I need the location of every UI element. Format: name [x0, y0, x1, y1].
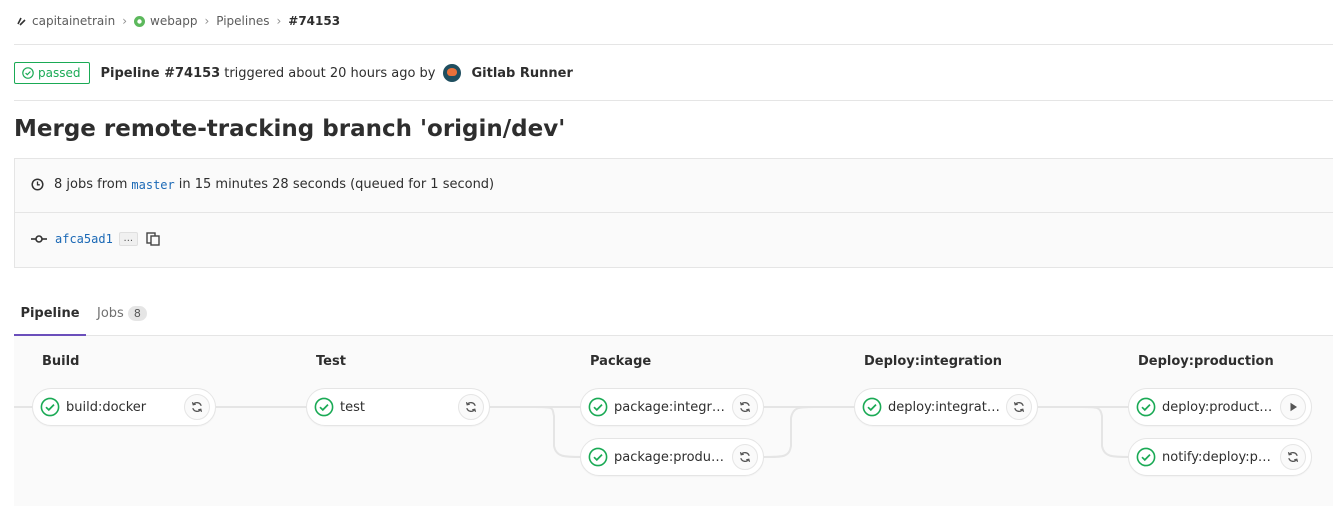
status-badge-label: passed [38, 66, 81, 80]
job-name: package:integration [614, 399, 726, 415]
job-name: deploy:integration [888, 399, 1000, 415]
retry-button[interactable] [1280, 444, 1306, 470]
job-name: test [340, 399, 365, 415]
stage-title-build: Build [42, 354, 80, 369]
status-divider [14, 100, 1333, 101]
retry-icon [1287, 452, 1299, 462]
copy-icon[interactable] [146, 232, 160, 246]
retry-icon [191, 402, 203, 412]
retry-button[interactable] [732, 394, 758, 420]
commit-icon [31, 235, 47, 243]
jobs-count-badge: 8 [127, 306, 147, 321]
retry-button[interactable] [732, 444, 758, 470]
retry-icon [465, 402, 477, 412]
pipeline-status-line: passed Pipeline #74153 triggered about 2… [14, 61, 573, 85]
status-success-icon [588, 397, 608, 417]
retry-button[interactable] [1006, 394, 1032, 420]
job-name: build:docker [66, 399, 147, 415]
pipeline-graph: Build Test Package Deploy:integration De… [14, 336, 1333, 506]
avatar[interactable] [443, 64, 462, 82]
retry-icon [739, 452, 751, 462]
retry-button[interactable] [184, 394, 210, 420]
play-button[interactable] [1280, 394, 1306, 420]
job-name: notify:deploy:production [1162, 449, 1274, 465]
breadcrumb-pipelines[interactable]: Pipelines [216, 14, 269, 28]
job-name: package:production [614, 449, 726, 465]
chevron-right-icon: › [204, 14, 210, 28]
retry-button[interactable] [458, 394, 484, 420]
commit-sha-link[interactable]: afca5ad1 [55, 232, 113, 246]
status-success-icon [1136, 397, 1156, 417]
job-build-docker[interactable]: build:docker [32, 388, 216, 426]
job-package-integration[interactable]: package:integration [580, 388, 764, 426]
status-success-icon [40, 397, 60, 417]
stage-title-package: Package [590, 354, 652, 369]
breadcrumb-group[interactable]: capitainetrain [32, 14, 115, 28]
jobs-summary: 8 jobs from master in 15 minutes 28 seco… [31, 177, 494, 192]
breadcrumb-project[interactable]: webapp [150, 14, 197, 28]
pipeline-info-box: 8 jobs from master in 15 minutes 28 seco… [14, 158, 1333, 268]
expand-commit-button[interactable]: ... [118, 232, 138, 246]
group-icon [17, 17, 26, 26]
retry-icon [1013, 402, 1025, 412]
duration-text: in 15 minutes 28 seconds (queued for 1 s… [178, 177, 495, 192]
chevron-right-icon: › [122, 14, 128, 28]
stage-title-deploy-integration: Deploy:integration [864, 354, 1003, 369]
clock-icon [31, 178, 44, 191]
tab-jobs-label: Jobs [97, 306, 124, 321]
pipeline-tabs: Pipeline Jobs 8 [14, 292, 1333, 336]
retry-icon [739, 402, 751, 412]
play-icon [1290, 402, 1297, 412]
jobs-count-text: 8 jobs from [54, 177, 128, 192]
stage-title-deploy-production: Deploy:production [1138, 354, 1274, 369]
pipeline-id: Pipeline #74153 [100, 65, 221, 81]
job-test[interactable]: test [306, 388, 490, 426]
tab-pipeline-label: Pipeline [20, 305, 80, 321]
project-icon [134, 15, 146, 27]
breadcrumb: capitainetrain › webapp › Pipelines › #7… [16, 12, 340, 30]
info-divider [15, 212, 1333, 213]
tab-jobs[interactable]: Jobs 8 [97, 292, 147, 335]
job-package-production[interactable]: package:production [580, 438, 764, 476]
job-deploy-integration[interactable]: deploy:integration [854, 388, 1038, 426]
check-circle-icon [22, 67, 34, 79]
job-name: deploy:production [1162, 399, 1274, 415]
status-success-icon [314, 397, 334, 417]
chevron-right-icon: › [276, 14, 282, 28]
header-divider [14, 44, 1333, 45]
triggered-text: triggered about 20 hours ago by [224, 65, 436, 81]
stage-title-test: Test [316, 354, 346, 369]
trigger-user[interactable]: Gitlab Runner [471, 66, 572, 81]
commit-title: Merge remote-tracking branch 'origin/dev… [14, 116, 566, 142]
status-badge[interactable]: passed [14, 62, 91, 84]
commit-row: afca5ad1 ... [31, 232, 160, 246]
tab-pipeline[interactable]: Pipeline [14, 292, 86, 336]
job-notify-deploy-production[interactable]: notify:deploy:production [1128, 438, 1312, 476]
status-success-icon [1136, 447, 1156, 467]
status-success-icon [588, 447, 608, 467]
job-deploy-production[interactable]: deploy:production [1128, 388, 1312, 426]
branch-link[interactable]: master [131, 178, 174, 192]
breadcrumb-current[interactable]: #74153 [288, 14, 340, 28]
status-success-icon [862, 397, 882, 417]
